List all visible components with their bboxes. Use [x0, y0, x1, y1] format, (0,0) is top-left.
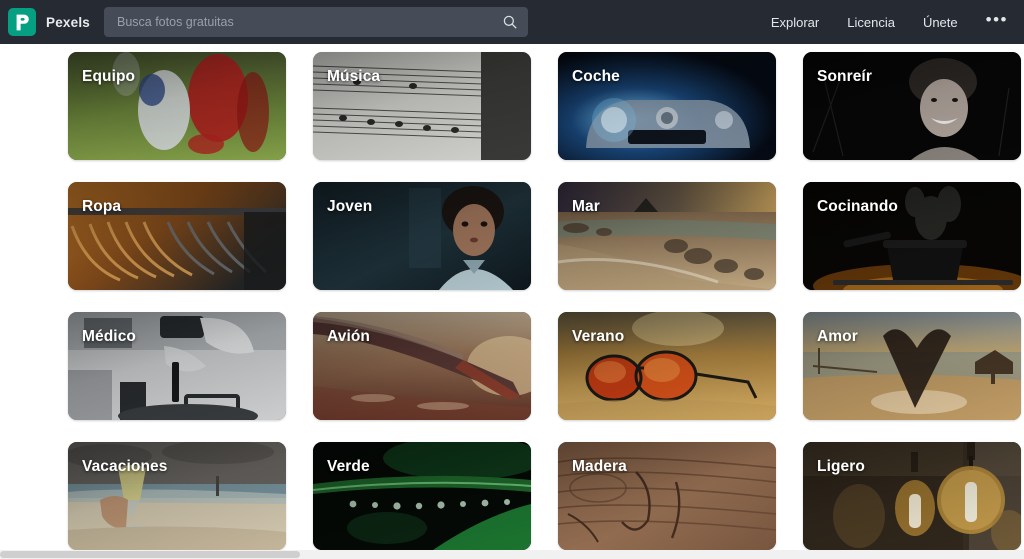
brand[interactable]: Pexels — [8, 8, 90, 36]
category-tile[interactable]: Vacaciones — [68, 442, 286, 550]
category-tile[interactable]: Madera — [558, 442, 776, 550]
category-tile[interactable]: Ligero — [803, 442, 1021, 550]
nav-link-unete[interactable]: Únete — [923, 15, 958, 30]
brand-name: Pexels — [46, 14, 90, 30]
pexels-logo-icon — [8, 8, 36, 36]
tile-label: Verano — [572, 328, 625, 345]
top-header: Pexels Explorar Licencia Únete ••• — [0, 0, 1024, 44]
tile-label: Médico — [82, 328, 136, 345]
tile-label: Coche — [572, 68, 620, 85]
tile-label: Avión — [327, 328, 370, 345]
header-nav: Explorar Licencia Únete ••• — [771, 11, 1008, 30]
nav-link-licencia[interactable]: Licencia — [847, 15, 895, 30]
category-tile[interactable]: Verano — [558, 312, 776, 420]
tile-label: Amor — [817, 328, 858, 345]
category-tile[interactable]: Equipo — [68, 52, 286, 160]
category-tile[interactable]: Música — [313, 52, 531, 160]
category-tile[interactable]: Verde — [313, 442, 531, 550]
tile-label: Ropa — [82, 198, 122, 215]
category-tile[interactable]: Sonreír — [803, 52, 1021, 160]
search-icon — [503, 15, 517, 29]
category-tile[interactable]: Médico — [68, 312, 286, 420]
more-options-icon[interactable]: ••• — [986, 11, 1008, 29]
category-tile[interactable]: Mar — [558, 182, 776, 290]
tile-label: Mar — [572, 198, 600, 215]
nav-link-explorar[interactable]: Explorar — [771, 15, 819, 30]
category-tile[interactable]: Avión — [313, 312, 531, 420]
tile-label: Sonreír — [817, 68, 872, 85]
horizontal-scrollbar-track[interactable] — [0, 550, 1024, 559]
category-tile[interactable]: Coche — [558, 52, 776, 160]
search-input[interactable] — [104, 7, 528, 37]
tile-label: Música — [327, 68, 381, 85]
category-tile[interactable]: Joven — [313, 182, 531, 290]
category-tile[interactable]: Cocinando — [803, 182, 1021, 290]
category-tile[interactable]: Amor — [803, 312, 1021, 420]
category-tile[interactable]: Ropa — [68, 182, 286, 290]
horizontal-scrollbar-thumb[interactable] — [0, 551, 300, 558]
tile-label: Vacaciones — [82, 458, 168, 475]
search-bar[interactable] — [104, 7, 528, 37]
tile-label: Madera — [572, 458, 627, 475]
tile-label: Cocinando — [817, 198, 898, 215]
category-grid-area: Equipo Música Coche Sonreír Ropa Joven M… — [0, 44, 1024, 559]
tile-label: Verde — [327, 458, 370, 475]
search-button[interactable] — [498, 10, 522, 34]
tile-label: Equipo — [82, 68, 136, 85]
tile-label: Joven — [327, 198, 373, 215]
tile-label: Ligero — [817, 458, 865, 475]
category-grid: Equipo Música Coche Sonreír Ropa Joven M… — [68, 52, 1021, 550]
